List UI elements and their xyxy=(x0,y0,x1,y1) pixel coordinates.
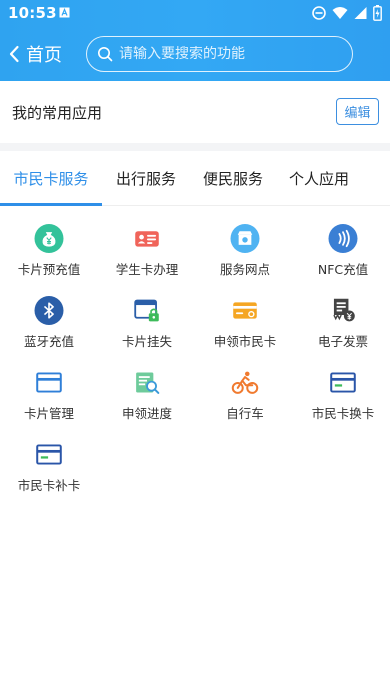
notification-a-icon xyxy=(59,7,70,18)
search-input[interactable] xyxy=(119,46,339,62)
service-label: 申领进度 xyxy=(121,406,172,421)
bluetooth-icon xyxy=(34,296,64,325)
status-time: 10:53 xyxy=(8,4,57,22)
tab-personal-apps[interactable]: 个人应用 xyxy=(276,151,362,206)
money-bag-icon xyxy=(34,224,64,253)
service-item-apply-citizen-card[interactable]: 申领市民卡 xyxy=(196,278,294,350)
card-reissue-icon xyxy=(36,444,62,465)
back-label: 首页 xyxy=(26,45,62,66)
wifi-icon xyxy=(332,7,348,19)
dnd-icon xyxy=(312,6,326,20)
service-item-report-loss[interactable]: 卡片挂失 xyxy=(98,278,196,350)
card-manage-icon xyxy=(36,372,62,393)
section-divider xyxy=(0,143,390,151)
service-item-application-progress[interactable]: 申领进度 xyxy=(98,350,196,422)
service-item-e-invoice[interactable]: 电子发票 xyxy=(294,278,390,350)
service-label: 市民卡换卡 xyxy=(311,406,375,421)
system-icons xyxy=(312,4,382,22)
service-label: NFC充值 xyxy=(317,262,369,277)
service-item-service-outlets[interactable]: 服务网点 xyxy=(196,206,294,278)
card-apply-icon xyxy=(233,302,257,319)
back-button[interactable]: 首页 xyxy=(8,40,68,68)
tab-citizen-card-services[interactable]: 市民卡服务 xyxy=(0,151,102,206)
service-label: 蓝牙充值 xyxy=(23,334,74,349)
service-item-card-management[interactable]: 卡片管理 xyxy=(0,350,98,422)
card-replace-icon xyxy=(330,372,356,393)
e-invoice-icon xyxy=(333,298,355,322)
service-label: 卡片挂失 xyxy=(121,334,172,349)
nfc-icon xyxy=(328,224,358,253)
favorites-section: 我的常用应用 编辑 xyxy=(0,81,390,143)
service-label: 服务网点 xyxy=(219,262,270,277)
category-tabs: 市民卡服务 出行服务 便民服务 个人应用 xyxy=(0,151,390,206)
service-item-bicycle[interactable]: 自行车 xyxy=(196,350,294,422)
service-label: 申领市民卡 xyxy=(213,334,277,349)
service-label: 卡片预充值 xyxy=(17,262,81,277)
service-label: 自行车 xyxy=(226,406,264,421)
tab-convenience-services[interactable]: 便民服务 xyxy=(190,151,276,206)
search-icon xyxy=(98,47,113,62)
header-bar: 10:53 首页 请输入要搜索的功能 xyxy=(0,0,390,81)
service-item-card-reissue[interactable]: 市民卡补卡 xyxy=(0,422,98,494)
service-outlet-icon xyxy=(230,224,260,253)
card-lock-icon xyxy=(134,299,159,322)
service-label: 学生卡办理 xyxy=(115,262,179,277)
chevron-left-icon xyxy=(9,45,19,63)
service-item-bluetooth-recharge[interactable]: 蓝牙充值 xyxy=(0,278,98,350)
service-label: 市民卡补卡 xyxy=(17,478,81,493)
bicycle-icon xyxy=(231,371,259,394)
signal-icon xyxy=(354,7,367,19)
service-item-card-replacement[interactable]: 市民卡换卡 xyxy=(294,350,390,422)
service-item-prepaid-recharge[interactable]: 卡片预充值 xyxy=(0,206,98,278)
service-item-student-card[interactable]: 学生卡办理 xyxy=(98,206,196,278)
service-label: 卡片管理 xyxy=(23,406,74,421)
battery-icon xyxy=(373,5,382,21)
service-label: 电子发票 xyxy=(317,334,368,349)
favorites-title: 我的常用应用 xyxy=(12,104,103,122)
status-bar: 10:53 xyxy=(0,0,390,26)
nav-bar: 首页 xyxy=(0,26,390,81)
search-box[interactable] xyxy=(86,36,353,72)
service-item-nfc-recharge[interactable]: NFC充值 xyxy=(294,206,390,278)
student-card-icon xyxy=(135,231,159,247)
tab-travel-services[interactable]: 出行服务 xyxy=(102,151,190,206)
apply-progress-icon xyxy=(136,372,160,394)
edit-button[interactable]: 编辑 xyxy=(336,98,379,125)
